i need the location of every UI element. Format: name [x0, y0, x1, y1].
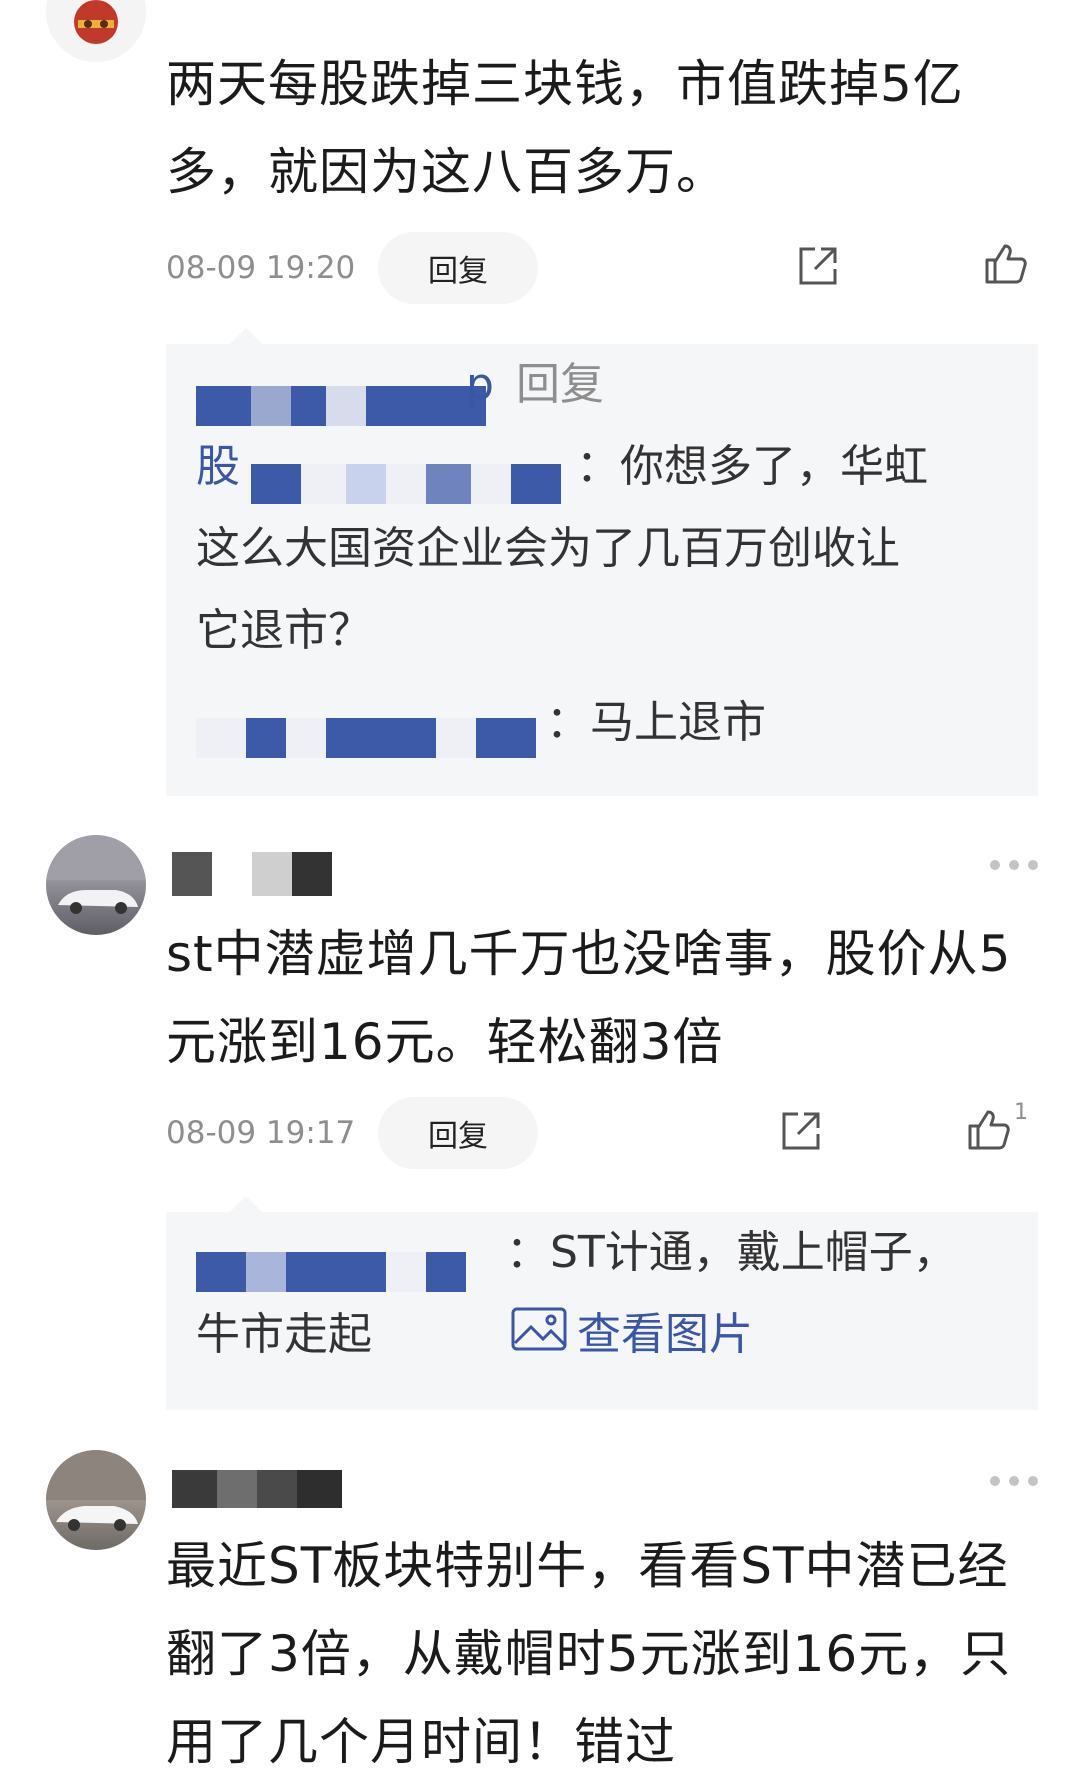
- avatar-image: [46, 1450, 146, 1531]
- share-icon[interactable]: [778, 1108, 828, 1158]
- more-options-icon[interactable]: [990, 860, 1038, 870]
- reply-text: ：你想多了，华虹这么大国资企业会为了几百万创收让它退市？: [196, 441, 928, 656]
- reply-text: ：马上退市: [546, 697, 766, 748]
- like-icon[interactable]: [966, 1106, 1016, 1156]
- view-image-label: 查看图片: [577, 1309, 753, 1360]
- more-options-icon[interactable]: [990, 1476, 1038, 1486]
- reply-box-notch: [230, 328, 262, 344]
- share-icon[interactable]: [795, 243, 845, 293]
- reply-box: p 回复 股 ：你想多了，华虹这么大国资企业会为了几百万创收让它退市？ ：马上退…: [166, 344, 1038, 796]
- redacted-username: [172, 1470, 342, 1508]
- avatar[interactable]: [46, 0, 146, 62]
- like-icon[interactable]: [983, 240, 1033, 290]
- comment-text: 最近ST板块特别牛，看看ST中潜已经翻了3倍，从戴帽时5元涨到16元，只用了几个…: [166, 1537, 1012, 1771]
- reply-box-notch: [230, 1196, 262, 1212]
- view-image-link[interactable]: 查看图片: [511, 1294, 753, 1378]
- comment-text: 两天每股跌掉三块钱，市值跌掉5亿多，就因为这八百多万。: [166, 55, 964, 201]
- avatar[interactable]: [46, 1450, 146, 1550]
- like-count: 1: [1014, 1100, 1028, 1125]
- avatar-image: [74, 0, 118, 44]
- image-icon: [511, 1296, 567, 1378]
- comment-time: 08-09 19:17: [166, 1115, 356, 1151]
- username-fragment: p: [466, 359, 494, 410]
- redacted-username: [172, 852, 342, 896]
- redacted-username: [196, 386, 486, 426]
- reply-word: 回复: [516, 359, 604, 410]
- reply-button[interactable]: 回复: [378, 232, 538, 304]
- comment-time: 08-09 19:20: [166, 250, 356, 286]
- avatar-image: [46, 835, 146, 914]
- reply-box: ：ST计通，戴上帽子，牛市走起 查看图片: [166, 1212, 1038, 1410]
- comment-text: st中潜虚增几千万也没啥事，股价从5元涨到16元。轻松翻3倍: [166, 925, 1012, 1071]
- redacted-username: [196, 718, 536, 758]
- reply-button[interactable]: 回复: [378, 1097, 538, 1169]
- avatar[interactable]: [46, 835, 146, 935]
